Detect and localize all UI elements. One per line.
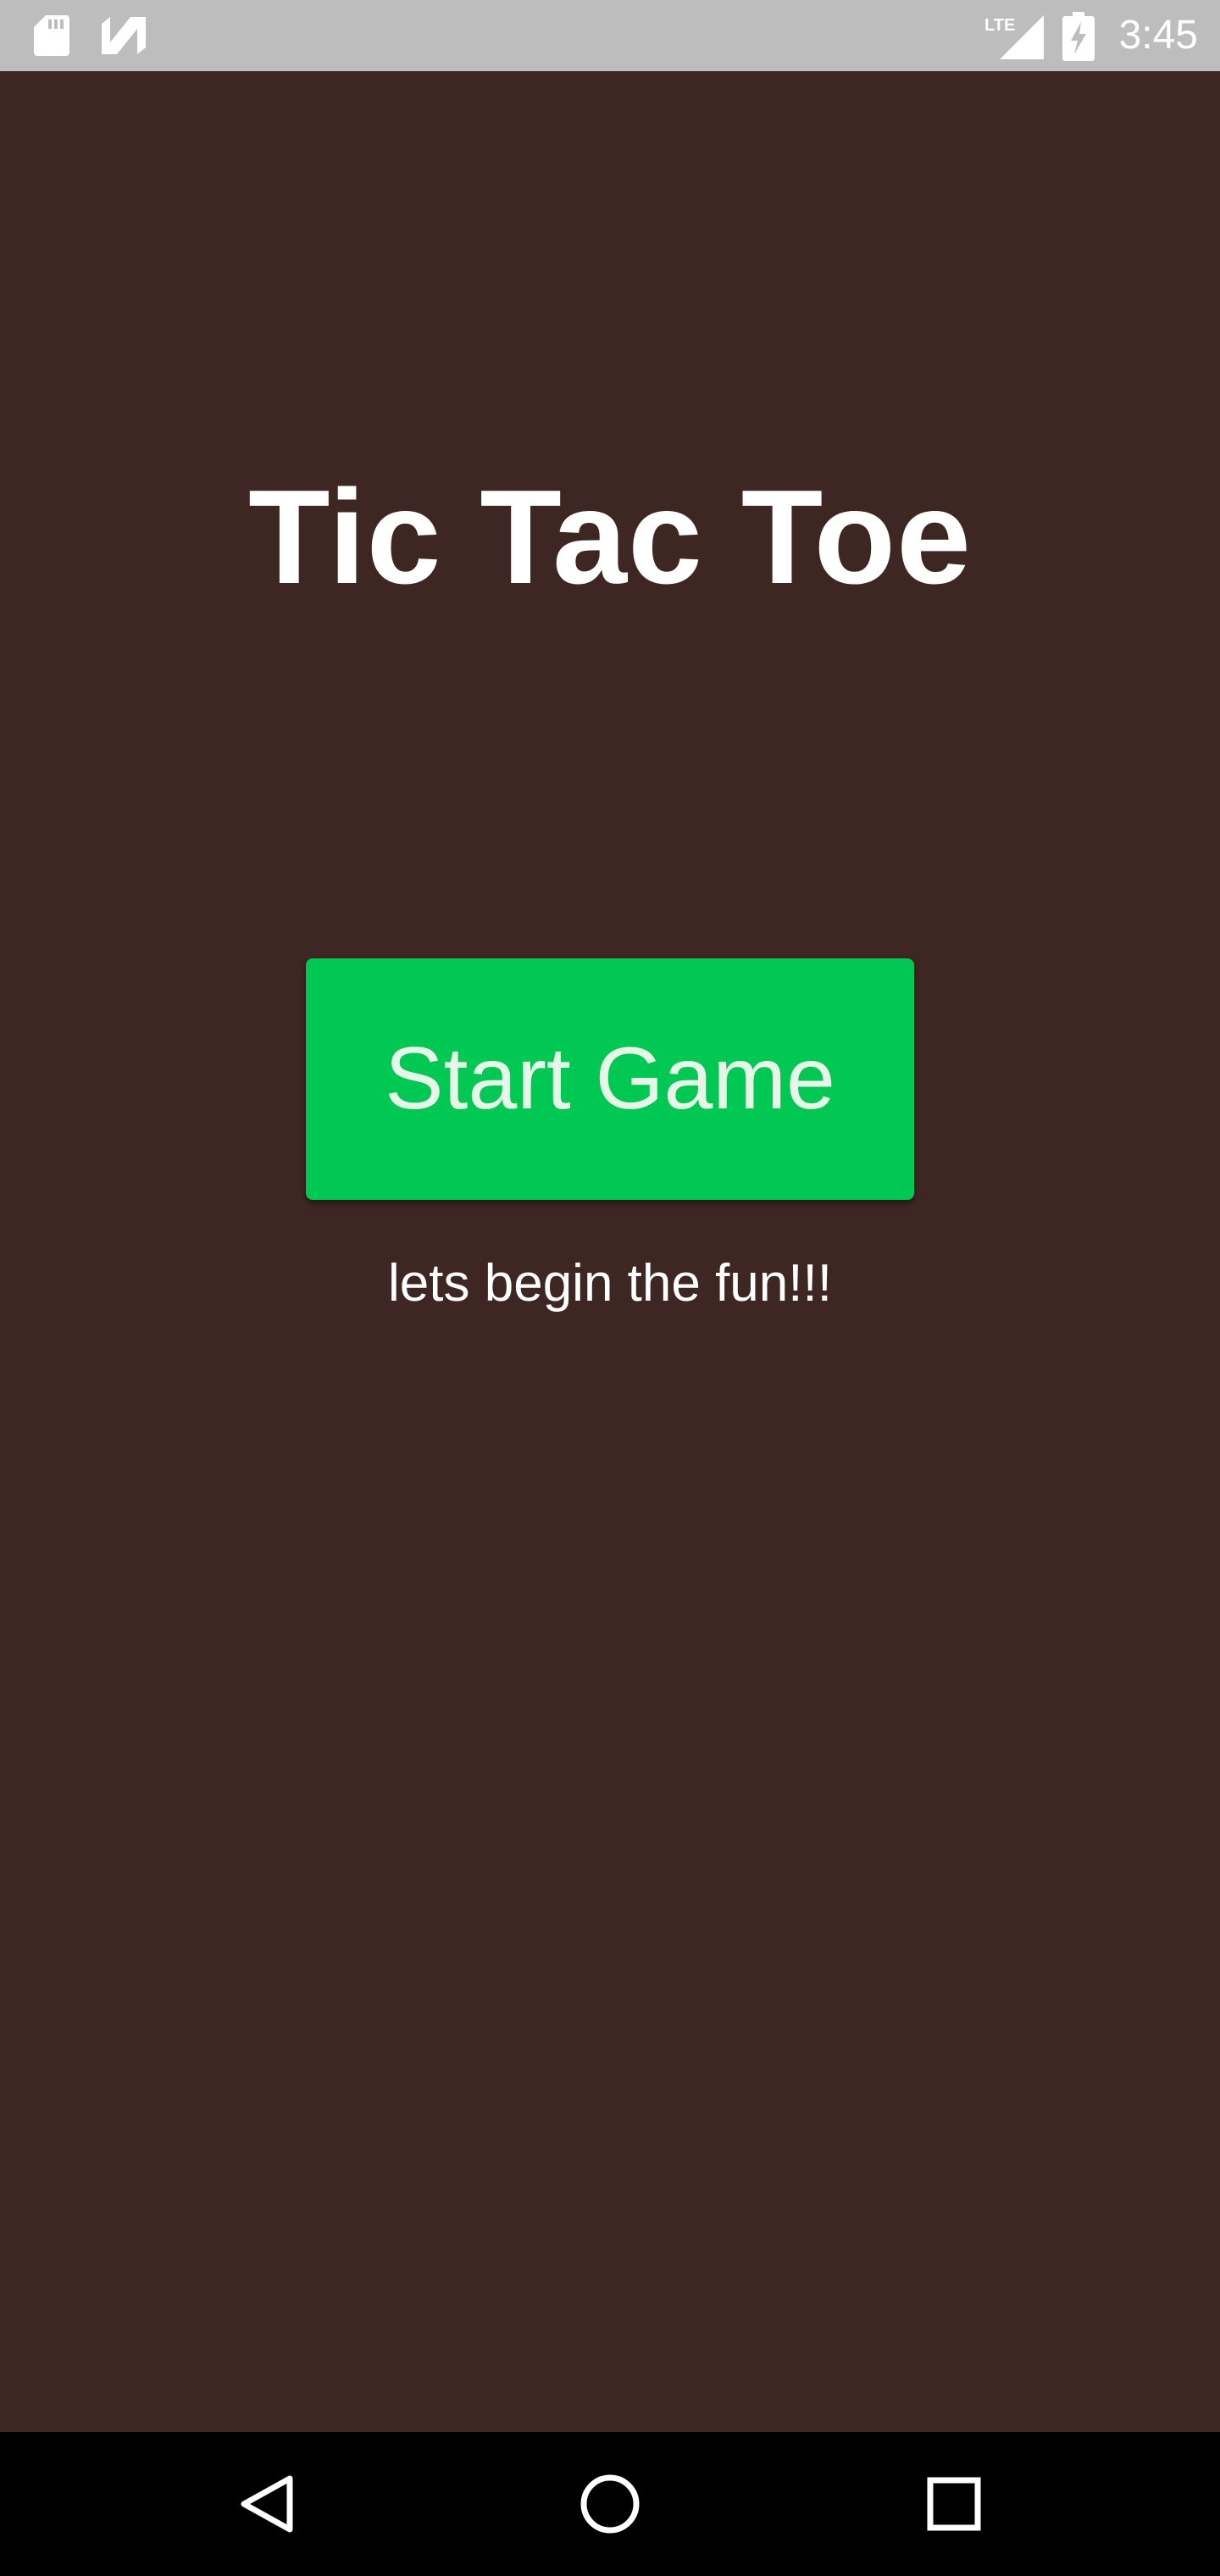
back-icon[interactable] <box>225 2462 310 2546</box>
subtitle-text: lets begin the fun!!! <box>388 1254 832 1313</box>
lte-signal-icon: LTE <box>984 15 1044 59</box>
navigation-bar <box>0 2432 1220 2576</box>
status-time: 3:45 <box>1118 13 1198 58</box>
status-bar: LTE 3:45 <box>0 0 1220 71</box>
sd-card-icon <box>34 15 69 56</box>
battery-charging-icon <box>1062 12 1095 61</box>
home-icon[interactable] <box>568 2462 652 2546</box>
recents-icon[interactable] <box>912 2462 996 2546</box>
page-title: Tic Tac Toe <box>248 463 972 612</box>
lte-label: LTE <box>984 16 1015 35</box>
app-content: Tic Tac Toe Start Game lets begin the fu… <box>0 71 1220 2432</box>
n-logo-icon <box>102 17 146 54</box>
start-game-button[interactable]: Start Game <box>306 958 914 1200</box>
